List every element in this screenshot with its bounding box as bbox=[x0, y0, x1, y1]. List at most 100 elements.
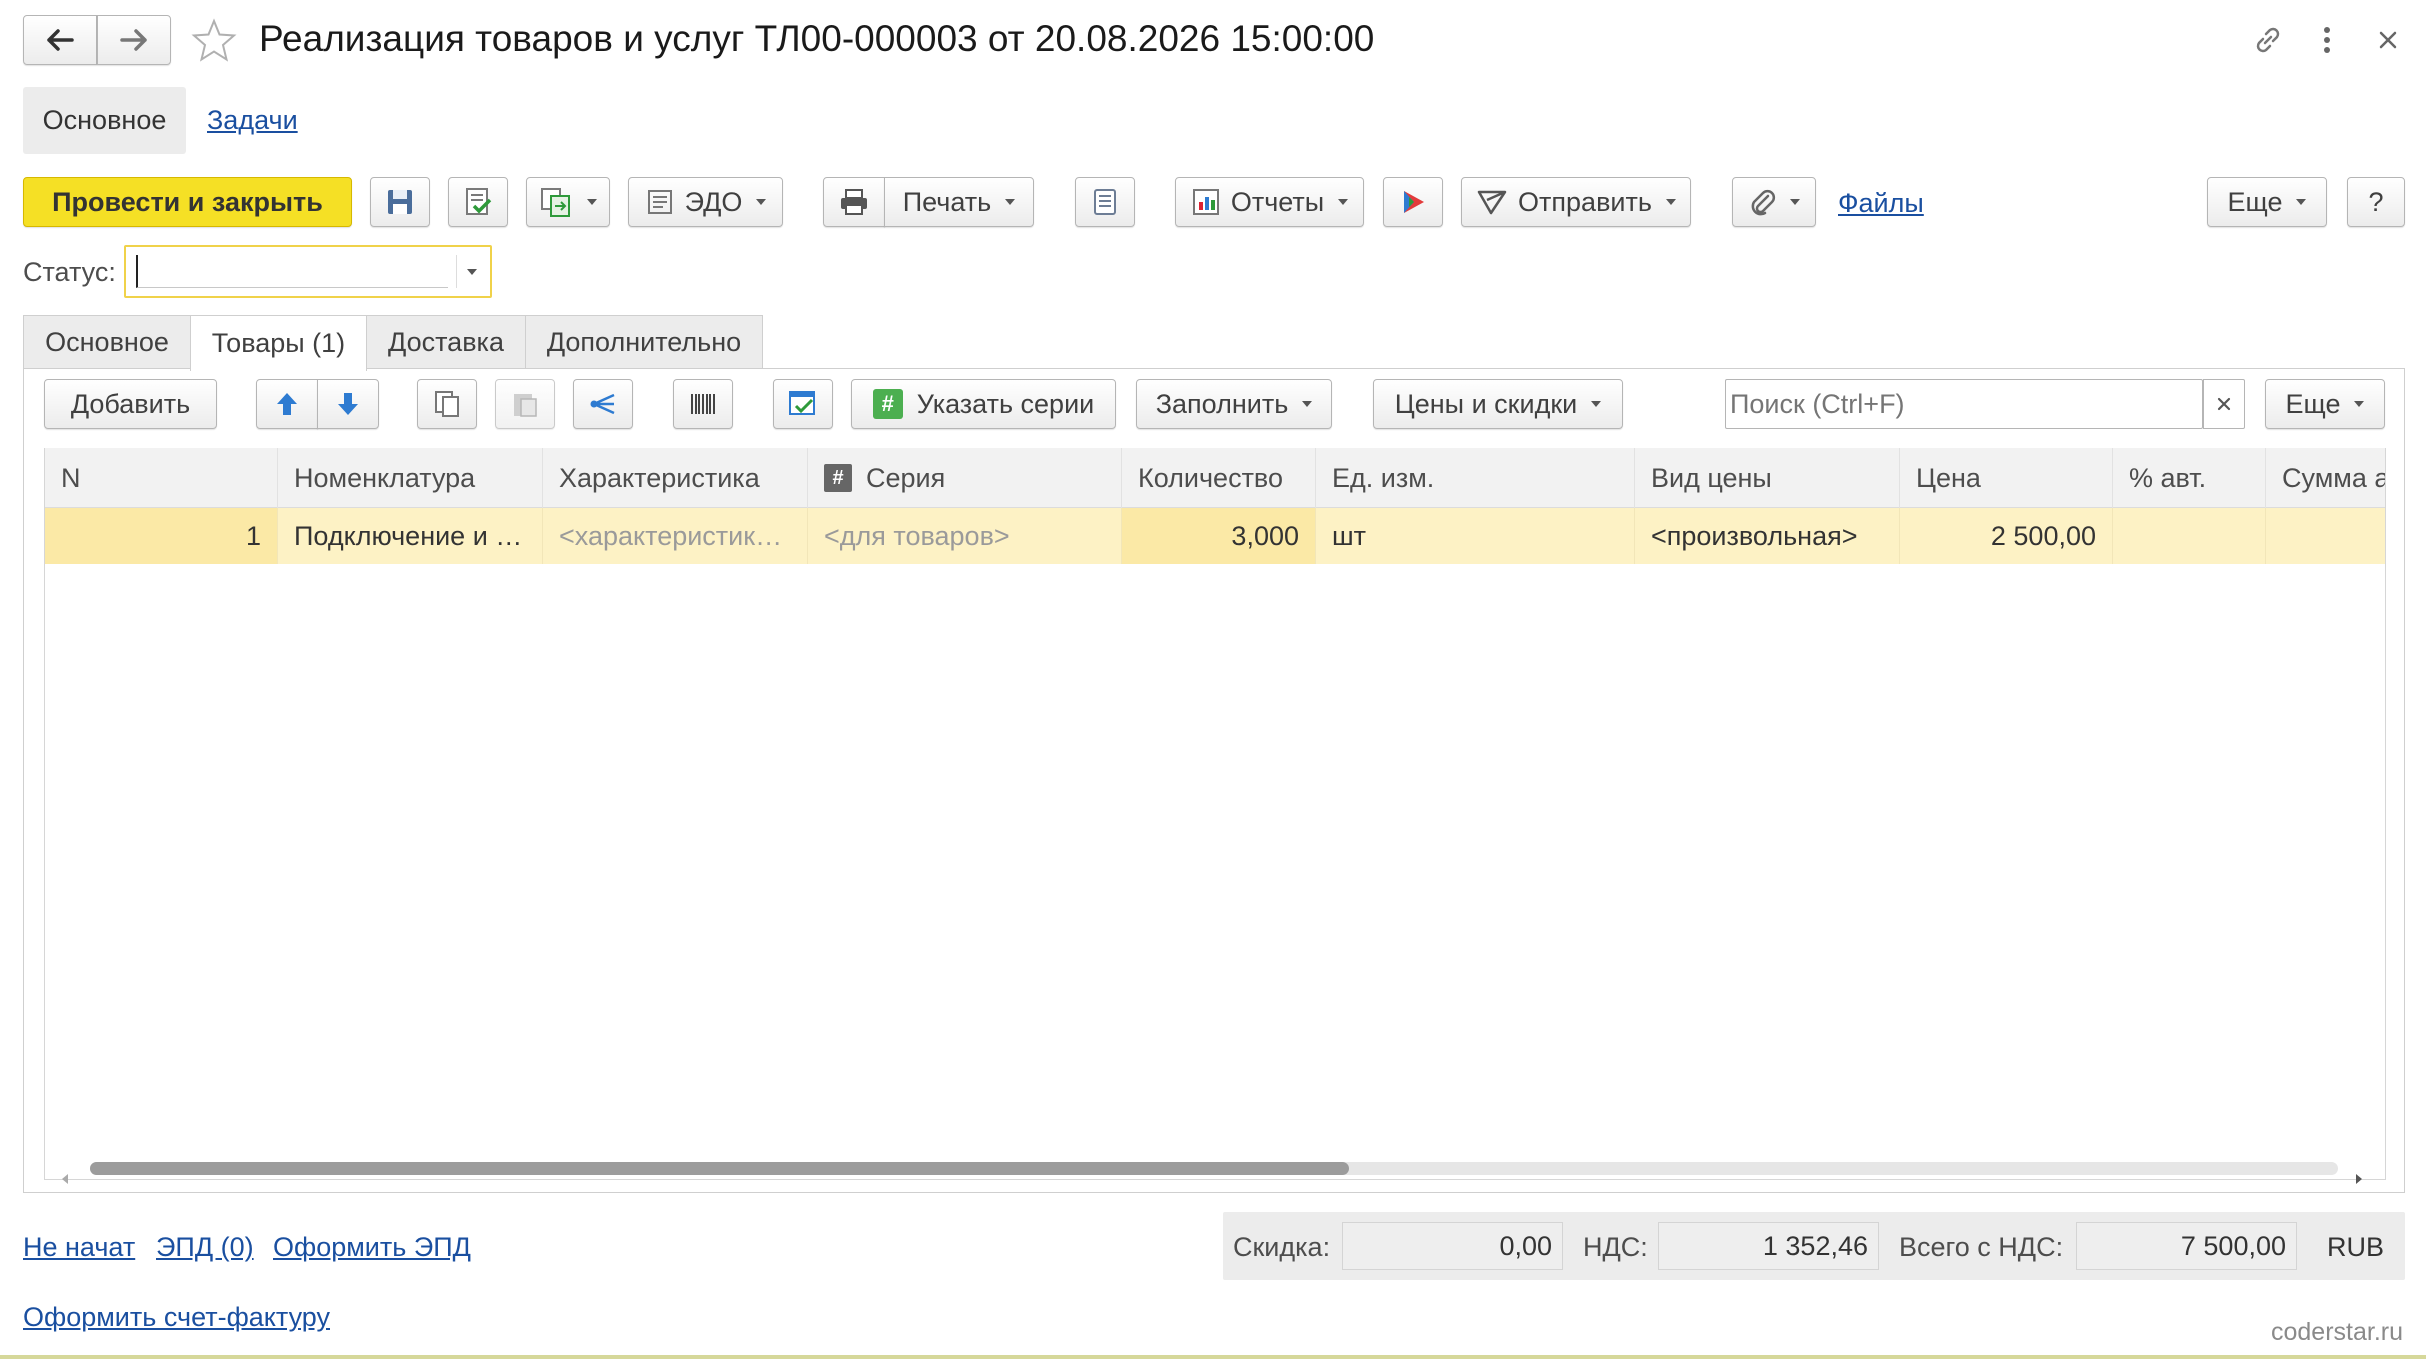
cell-auto-pct[interactable] bbox=[2113, 508, 2266, 564]
specify-series-button[interactable]: # Указать серии bbox=[851, 379, 1116, 429]
copy-row-button[interactable] bbox=[417, 379, 477, 429]
bottom-divider bbox=[0, 1355, 2426, 1359]
star-icon[interactable] bbox=[188, 15, 240, 67]
col-header-characteristic[interactable]: Характеристика bbox=[543, 448, 808, 508]
total-field: 7 500,00 bbox=[2076, 1222, 2297, 1270]
post-button[interactable] bbox=[448, 177, 508, 227]
col-header-sum-label: Сумма а bbox=[2282, 462, 2385, 493]
printer-icon bbox=[838, 187, 870, 217]
create-based-icon bbox=[539, 186, 573, 218]
col-header-quantity-label: Количество bbox=[1138, 462, 1283, 493]
create-based-on-button[interactable] bbox=[526, 177, 610, 227]
col-header-unit[interactable]: Ед. изм. bbox=[1316, 448, 1635, 508]
print-button[interactable]: Печать bbox=[884, 177, 1034, 227]
horizontal-scrollbar[interactable] bbox=[90, 1162, 2338, 1175]
run-button[interactable] bbox=[1383, 177, 1443, 227]
tab-delivery[interactable]: Доставка bbox=[366, 315, 526, 369]
arrow-up-icon bbox=[275, 390, 299, 418]
cell-price-type[interactable]: <произвольная> bbox=[1635, 508, 1900, 564]
col-header-price-type[interactable]: Вид цены bbox=[1635, 448, 1900, 508]
cell-unit[interactable]: шт bbox=[1316, 508, 1635, 564]
scrollbar-thumb[interactable] bbox=[90, 1162, 1349, 1175]
save-button[interactable] bbox=[370, 177, 430, 227]
status-input[interactable] bbox=[136, 255, 448, 288]
document-list-icon bbox=[1092, 187, 1118, 217]
edo-button[interactable]: ЭДО bbox=[628, 177, 783, 227]
make-invoice-link[interactable]: Оформить счет-фактуру bbox=[23, 1302, 330, 1333]
post-and-close-label: Провести и закрыть bbox=[52, 186, 323, 217]
col-header-price[interactable]: Цена bbox=[1900, 448, 2113, 508]
make-epd-link[interactable]: Оформить ЭПД bbox=[273, 1232, 471, 1263]
col-header-price-label: Цена bbox=[1916, 462, 1981, 493]
move-down-button[interactable] bbox=[317, 379, 379, 429]
clear-search-box-button[interactable] bbox=[2203, 379, 2245, 429]
currency-label: RUB bbox=[2327, 1232, 2385, 1262]
share-button[interactable] bbox=[573, 379, 633, 429]
help-button[interactable]: ? bbox=[2347, 177, 2405, 227]
col-header-sum[interactable]: Сумма а bbox=[2266, 448, 2385, 508]
scroll-right-arrow[interactable] bbox=[2354, 1161, 2368, 1184]
col-header-price-type-label: Вид цены bbox=[1651, 462, 1772, 493]
barcode-button[interactable] bbox=[673, 379, 733, 429]
reports-icon bbox=[1191, 187, 1221, 217]
close-icon[interactable] bbox=[2370, 22, 2406, 58]
cell-quantity[interactable]: 3,000 bbox=[1122, 508, 1316, 564]
paste-row-button[interactable] bbox=[495, 379, 555, 429]
cell-price[interactable]: 2 500,00 bbox=[1900, 508, 2113, 564]
fill-button[interactable]: Заполнить bbox=[1136, 379, 1332, 429]
share-icon bbox=[588, 390, 618, 418]
cell-sum[interactable] bbox=[2266, 508, 2385, 564]
col-header-auto-pct-label: % авт. bbox=[2129, 462, 2207, 493]
cell-characteristic[interactable]: <характеристик… bbox=[543, 508, 808, 564]
col-header-auto-pct[interactable]: % авт. bbox=[2113, 448, 2266, 508]
chevron-down-icon[interactable] bbox=[456, 255, 486, 288]
link-icon[interactable] bbox=[2250, 22, 2286, 58]
reports-button[interactable]: Отчеты bbox=[1175, 177, 1364, 227]
search-input[interactable] bbox=[1730, 386, 2150, 422]
tab-additional-label: Дополнительно bbox=[546, 327, 742, 357]
attach-button[interactable] bbox=[1732, 177, 1816, 227]
col-header-series[interactable]: # Серия bbox=[808, 448, 1122, 508]
send-icon bbox=[1476, 188, 1508, 216]
nav-tab-tasks[interactable]: Задачи bbox=[207, 105, 298, 136]
send-button[interactable]: Отправить bbox=[1461, 177, 1691, 227]
tab-additional[interactable]: Дополнительно bbox=[525, 315, 763, 369]
prices-discounts-button[interactable]: Цены и скидки bbox=[1373, 379, 1623, 429]
cell-item[interactable]: Подключение и … bbox=[278, 508, 543, 564]
add-button[interactable]: Добавить bbox=[44, 379, 217, 429]
tab-main[interactable]: Основное bbox=[23, 315, 191, 369]
hash-icon: # bbox=[872, 389, 903, 419]
col-header-series-label: Серия bbox=[866, 462, 946, 493]
paste-icon bbox=[511, 389, 539, 419]
col-header-quantity[interactable]: Количество bbox=[1122, 448, 1316, 508]
run-icon bbox=[1398, 187, 1428, 217]
move-up-button[interactable] bbox=[256, 379, 318, 429]
watermark: coderstar.ru bbox=[2270, 1318, 2403, 1346]
post-and-close-button[interactable]: Провести и закрыть bbox=[23, 177, 352, 227]
tab-goods[interactable]: Товары (1) bbox=[190, 315, 367, 371]
document-list-button[interactable] bbox=[1075, 177, 1135, 227]
check-document-button[interactable] bbox=[773, 379, 833, 429]
fill-label: Заполнить bbox=[1155, 388, 1289, 419]
status-not-started-link[interactable]: Не начат bbox=[23, 1232, 135, 1263]
scroll-left-arrow[interactable] bbox=[60, 1161, 74, 1184]
more-button[interactable]: Еще bbox=[2207, 177, 2327, 227]
forward-button[interactable] bbox=[97, 15, 171, 65]
col-header-item[interactable]: Номенклатура bbox=[278, 448, 543, 508]
table-more-button[interactable]: Еще bbox=[2265, 379, 2385, 429]
col-header-n-label: N bbox=[61, 462, 81, 493]
epd-link[interactable]: ЭПД (0) bbox=[156, 1232, 254, 1263]
back-button[interactable] bbox=[23, 15, 97, 65]
col-header-n[interactable]: N bbox=[45, 448, 278, 508]
status-field[interactable] bbox=[124, 245, 492, 298]
tab-main-label: Основное bbox=[45, 327, 169, 357]
nav-tab-main[interactable]: Основное bbox=[23, 87, 186, 154]
arrow-down-icon bbox=[336, 390, 360, 418]
kebab-icon[interactable] bbox=[2312, 22, 2342, 58]
tab-goods-label: Товары (1) bbox=[211, 328, 346, 358]
files-link[interactable]: Файлы bbox=[1838, 188, 1924, 219]
table-more-label: Еще bbox=[2285, 388, 2341, 419]
cell-series[interactable]: <для товаров> bbox=[808, 508, 1122, 564]
cell-n[interactable]: 1 bbox=[45, 508, 278, 564]
print-icon-button[interactable] bbox=[823, 177, 885, 227]
